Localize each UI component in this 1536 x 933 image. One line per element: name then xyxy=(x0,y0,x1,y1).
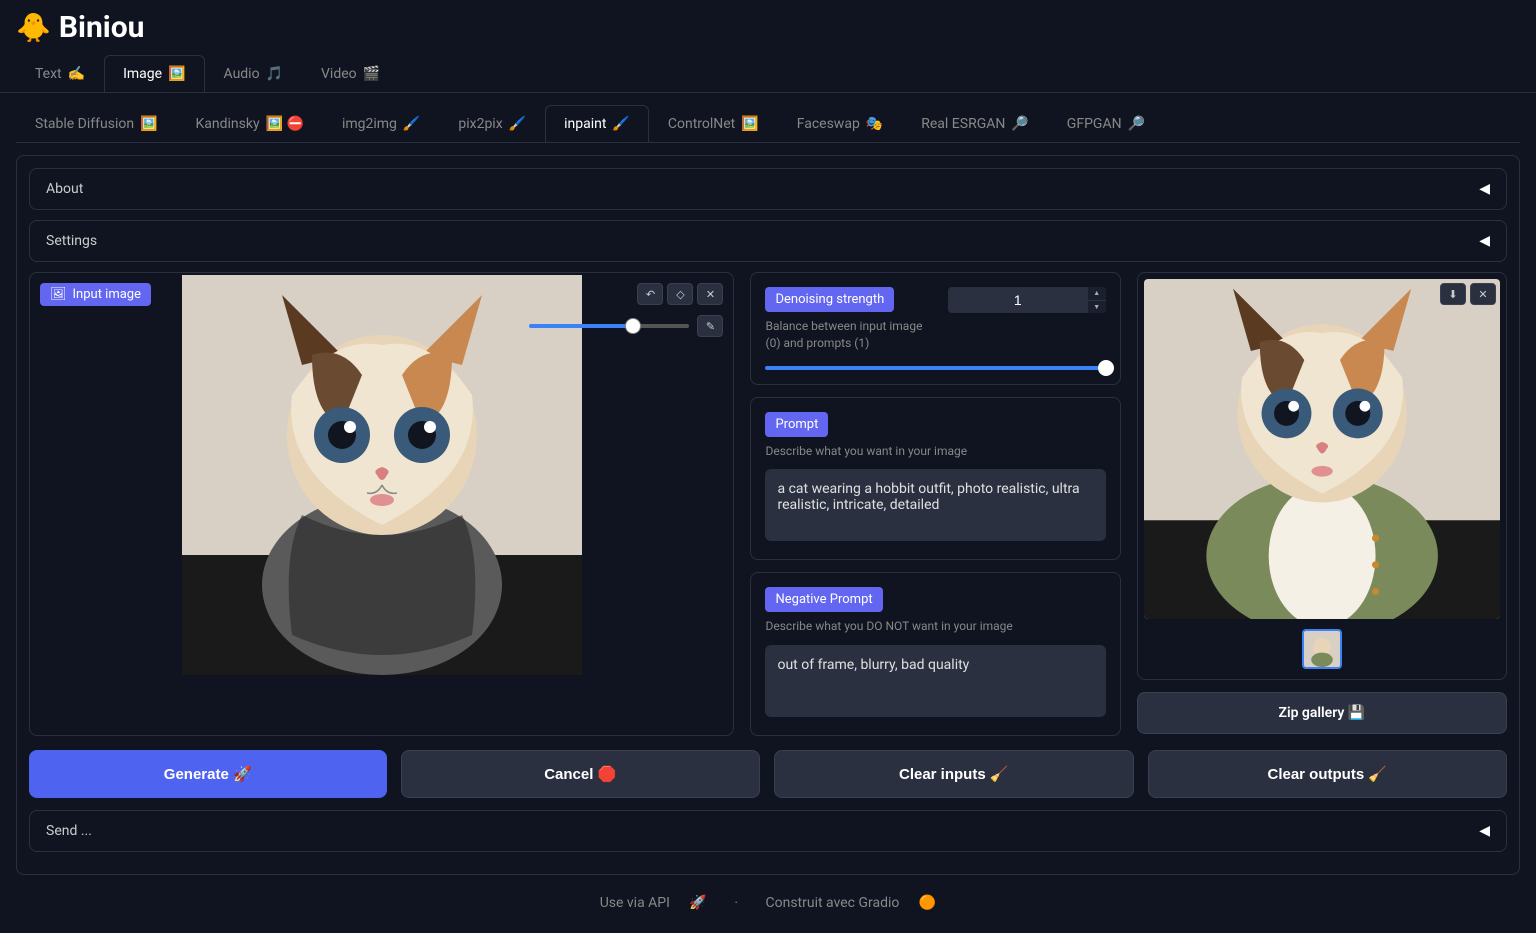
subtab-gfpgan[interactable]: GFPGAN 🔎 xyxy=(1048,105,1164,142)
input-image-badge: 🖼 Input image xyxy=(40,283,151,306)
prompt-card: Prompt Describe what you want in your im… xyxy=(750,397,1120,561)
subtab-stable-diffusion[interactable]: Stable Diffusion 🖼️ xyxy=(16,105,177,142)
generate-button[interactable]: Generate 🚀 xyxy=(29,750,387,798)
denoising-label: Denoising strength xyxy=(765,287,894,312)
tab-text[interactable]: Text ✍️ xyxy=(16,55,104,92)
subtab-controlnet[interactable]: ControlNet 🖼️ xyxy=(649,105,778,142)
close-button[interactable]: ✕ xyxy=(1470,283,1496,305)
stepper-down-button[interactable]: ▼ xyxy=(1088,301,1106,314)
image-icon: 🖼️ xyxy=(168,66,185,82)
subtab-label: Faceswap xyxy=(797,116,860,132)
clapper-icon: 🎬 xyxy=(363,66,380,82)
input-image-panel: 🖼 Input image xyxy=(29,272,734,736)
magnifier-icon: 🔎 xyxy=(1011,116,1028,132)
denoising-card: Denoising strength Balance between input… xyxy=(750,272,1120,385)
stepper-up-button[interactable]: ▲ xyxy=(1088,287,1106,301)
brush-icon: 🖌️ xyxy=(509,116,526,132)
tab-image-label: Image xyxy=(123,66,162,82)
input-image-badge-label: Input image xyxy=(73,287,142,302)
image-icon: 🖼️ xyxy=(741,116,758,132)
subtab-label: img2img xyxy=(342,116,397,132)
negative-prompt-hint: Describe what you DO NOT want in your im… xyxy=(765,618,1105,635)
tab-video-label: Video xyxy=(321,66,357,82)
rocket-icon: 🚀 xyxy=(689,895,706,911)
footer: Use via API 🚀 · Construit avec Gradio 🟠 xyxy=(16,875,1520,921)
chevron-left-icon: ◀ xyxy=(1479,823,1490,839)
negative-prompt-card: Negative Prompt Describe what you DO NOT… xyxy=(750,572,1120,736)
erase-button[interactable]: ◇ xyxy=(667,283,693,305)
tab-video[interactable]: Video 🎬 xyxy=(302,55,399,92)
subtab-label: ControlNet xyxy=(668,116,735,132)
subtab-label: Stable Diffusion xyxy=(35,116,134,132)
separator: · xyxy=(734,895,738,911)
music-icon: 🎵 xyxy=(266,66,283,82)
clear-outputs-button[interactable]: Clear outputs 🧹 xyxy=(1148,750,1508,798)
denoising-number-wrap: ▲ ▼ xyxy=(948,287,1106,313)
output-gallery: ⬇ ✕ xyxy=(1137,272,1507,680)
sub-tabs: Stable Diffusion 🖼️ Kandinsky 🖼️ ⛔ img2img… xyxy=(16,105,1520,143)
subtab-kandinsky[interactable]: Kandinsky 🖼️ ⛔ xyxy=(177,105,323,142)
send-accordion[interactable]: Send ... ◀ xyxy=(29,810,1507,852)
input-image-illustration xyxy=(182,275,582,675)
subtab-inpaint[interactable]: inpaint 🖌️ xyxy=(545,105,649,142)
pencil-icon: ✍️ xyxy=(68,66,85,82)
undo-button[interactable]: ↶ xyxy=(637,283,663,305)
output-image[interactable] xyxy=(1144,279,1500,619)
magnifier-icon: 🔎 xyxy=(1128,116,1145,132)
subtab-label: Real ESRGAN xyxy=(921,116,1005,132)
prompt-label: Prompt xyxy=(765,412,828,437)
about-label: About xyxy=(46,181,83,197)
output-image-illustration xyxy=(1144,279,1500,619)
subtab-img2img[interactable]: img2img 🖌️ xyxy=(323,105,439,142)
tab-text-label: Text xyxy=(35,66,62,82)
subtab-label: Kandinsky xyxy=(196,116,260,132)
subtab-real-esrgan[interactable]: Real ESRGAN 🔎 xyxy=(902,105,1048,142)
close-button[interactable]: ✕ xyxy=(697,283,723,305)
settings-accordion[interactable]: Settings ◀ xyxy=(29,220,1507,262)
download-button[interactable]: ⬇ xyxy=(1440,283,1466,305)
use-via-api-link[interactable]: Use via API 🚀 xyxy=(592,895,715,911)
subtab-label: inpaint xyxy=(564,116,606,132)
send-label: Send ... xyxy=(46,823,92,839)
tab-image[interactable]: Image 🖼️ xyxy=(104,55,204,92)
brush-icon: 🖌️ xyxy=(612,116,629,132)
cancel-button[interactable]: Cancel 🛑 xyxy=(401,750,761,798)
denoising-slider[interactable] xyxy=(765,366,1105,370)
slider-thumb[interactable] xyxy=(1098,360,1114,376)
thumbnail-illustration xyxy=(1304,631,1340,667)
brush-size-slider[interactable] xyxy=(529,324,689,328)
subtab-label: GFPGAN xyxy=(1067,116,1122,132)
prompt-textarea[interactable]: a cat wearing a hobbit outfit, photo rea… xyxy=(765,469,1105,541)
chevron-left-icon: ◀ xyxy=(1479,181,1490,197)
tab-audio[interactable]: Audio 🎵 xyxy=(205,55,303,92)
about-accordion[interactable]: About ◀ xyxy=(29,168,1507,210)
denoising-hint: Balance between input image (0) and prom… xyxy=(765,318,922,352)
gradio-icon: 🟠 xyxy=(919,895,936,911)
app-title: Biniou xyxy=(59,10,145,45)
gradio-link[interactable]: Construit avec Gradio 🟠 xyxy=(758,895,945,911)
tab-audio-label: Audio xyxy=(224,66,260,82)
image-icon: 🖼️ xyxy=(140,116,157,132)
negative-prompt-textarea[interactable]: out of frame, blurry, bad quality xyxy=(765,645,1105,717)
main-tabs: Text ✍️ Image 🖼️ Audio 🎵 Video 🎬 xyxy=(0,55,1536,93)
settings-label: Settings xyxy=(46,233,97,249)
subtab-faceswap[interactable]: Faceswap 🎭 xyxy=(778,105,903,142)
brush-tool-button[interactable]: ✎ xyxy=(697,315,723,337)
prompt-hint: Describe what you want in your image xyxy=(765,443,1105,460)
clear-inputs-button[interactable]: Clear inputs 🧹 xyxy=(774,750,1134,798)
chevron-left-icon: ◀ xyxy=(1479,233,1490,249)
image-icon: 🖼 xyxy=(50,287,67,302)
subtab-label: pix2pix xyxy=(458,116,502,132)
negative-prompt-label: Negative Prompt xyxy=(765,587,882,612)
denoising-input[interactable] xyxy=(948,287,1088,313)
gallery-thumbnail[interactable] xyxy=(1302,629,1342,669)
slider-thumb[interactable] xyxy=(625,318,641,334)
subtab-pix2pix[interactable]: pix2pix 🖌️ xyxy=(439,105,545,142)
masks-icon: 🎭 xyxy=(866,116,883,132)
brush-icon: 🖌️ xyxy=(403,116,420,132)
zip-gallery-button[interactable]: Zip gallery 💾 xyxy=(1137,692,1507,734)
app-logo: 🐥 xyxy=(16,11,51,44)
input-image-canvas[interactable] xyxy=(182,275,582,675)
image-no-entry-icon: 🖼️ ⛔ xyxy=(266,116,304,132)
